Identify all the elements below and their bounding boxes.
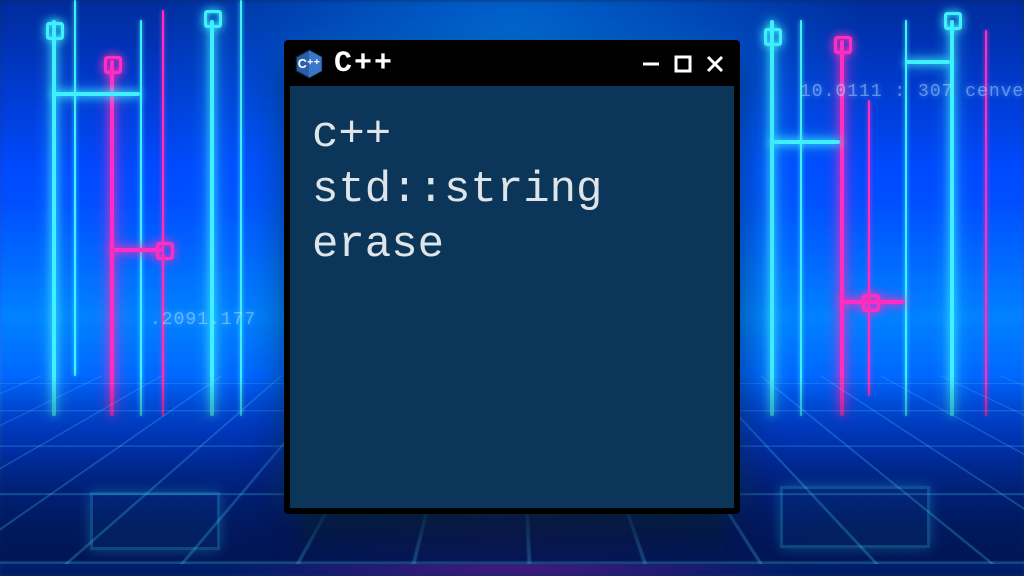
line-2: std::string [312,165,602,215]
svg-text:C⁺⁺: C⁺⁺ [298,57,321,71]
neon-hconn [770,140,840,144]
floor-tile [780,486,930,548]
neon-vline [770,20,774,416]
bg-label-right: 10.0111 : 307 cenvery [800,82,1024,102]
neon-node [944,12,962,30]
neon-node [862,294,880,312]
neon-vline [210,20,214,416]
neon-hconn [52,92,140,96]
maximize-button[interactable] [672,53,694,75]
neon-vline [140,20,142,416]
cpp-hex-icon: C⁺⁺ [294,49,324,79]
neon-vline [74,0,76,376]
floor-tile [90,492,220,550]
neon-node [46,22,64,40]
terminal-window: C⁺⁺ C++ c++ std::string erase [286,42,738,512]
window-reflection [300,508,724,568]
neon-vline [110,60,114,416]
neon-vline [868,100,870,396]
neon-node [156,242,174,260]
neon-node [834,36,852,54]
neon-hconn [905,60,950,64]
neon-vline [52,20,56,416]
line-1: c++ [312,110,391,160]
neon-vline [800,20,802,416]
neon-node [204,10,222,28]
neon-vline [950,20,954,416]
client-area: c++ std::string erase [290,86,734,508]
window-title: C++ [334,47,640,81]
neon-node [104,56,122,74]
content-text: c++ std::string erase [290,86,734,295]
window-controls [640,53,726,75]
neon-vline [240,0,242,416]
titlebar[interactable]: C⁺⁺ C++ [286,42,738,86]
neon-vline [162,10,164,416]
neon-hconn [110,248,162,252]
close-button[interactable] [704,53,726,75]
minimize-button[interactable] [640,53,662,75]
neon-vline [905,20,907,416]
bg-label-left: .2091.177 [150,310,256,330]
line-3: erase [312,220,444,270]
neon-node [764,28,782,46]
